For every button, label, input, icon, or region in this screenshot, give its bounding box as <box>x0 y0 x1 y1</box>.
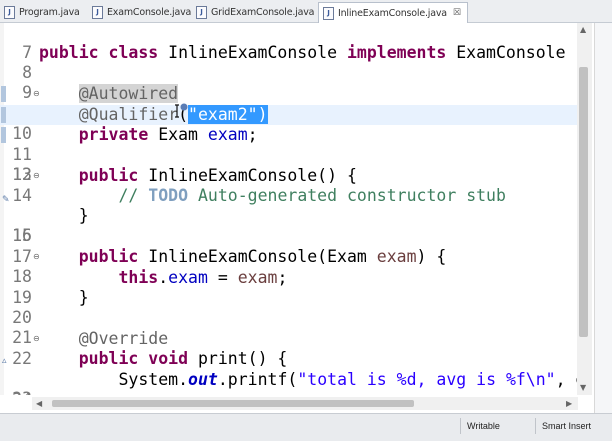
parameter-name: exam <box>237 268 278 287</box>
code-text: } <box>78 288 89 307</box>
code-line: 9 <box>0 63 592 102</box>
code-text: .printf( <box>217 370 298 389</box>
code-line: 16 } <box>0 206 592 245</box>
code-line: 24 System.out.printf("total is %d, avg i… <box>0 370 592 395</box>
keyword: implements <box>346 43 447 62</box>
code-line: 20 } <box>0 288 592 327</box>
keyword: private <box>78 125 149 144</box>
selected-string[interactable]: "exam2" <box>188 105 258 124</box>
code-text: . <box>158 268 169 287</box>
ibeam-cursor-icon <box>175 103 188 118</box>
code-text: = <box>207 268 238 287</box>
code-text: print() { <box>188 349 288 368</box>
code-text: InlineExamConsole() { <box>138 166 357 185</box>
horizontal-scrollbar[interactable]: ◀ ▶ <box>32 397 578 410</box>
code-text: Exam <box>148 125 208 144</box>
class-name: InlineExamConsole <box>158 43 347 62</box>
keyword: public void <box>78 349 189 368</box>
close-icon[interactable]: ☒ <box>453 8 461 18</box>
horizontal-scroll-thumb[interactable] <box>52 400 414 407</box>
code-line: ✎ 15 // TODO Auto-generated constructor … <box>0 186 592 245</box>
comment: // <box>118 186 149 205</box>
field-name: exam <box>207 125 248 144</box>
vertical-scrollbar[interactable]: ▲ ▼ <box>577 23 592 395</box>
scroll-right-icon[interactable]: ▶ <box>566 399 572 408</box>
status-bar: Writable Smart Insert <box>0 413 612 441</box>
overview-ruler <box>594 23 612 413</box>
code-text: System. <box>118 370 189 389</box>
annotation: @Autowired <box>78 84 179 103</box>
keyword: public <box>78 166 139 185</box>
code-line: 8 public class InlineExamConsole impleme… <box>0 43 592 82</box>
code-line: 19 this.exam = exam; <box>0 268 592 307</box>
editor-tab-bar: J Program.java J ExamConsole.java J Grid… <box>0 0 612 23</box>
code-line: 13 <box>0 145 592 184</box>
java-file-icon: J <box>4 6 15 19</box>
tab-label: InlineExamConsole.java <box>338 7 447 19</box>
code-line: 17 <box>0 227 592 266</box>
insert-mode-status: Smart Insert <box>535 418 612 434</box>
tab-examconsole-java[interactable]: J ExamConsole.java <box>92 3 191 22</box>
writable-status: Writable <box>460 418 537 434</box>
code-line: 14 ⊖ public InlineExamConsole() { <box>0 166 592 205</box>
keyword: public class <box>39 43 159 62</box>
scroll-down-icon[interactable]: ▼ <box>580 383 586 392</box>
keyword: public <box>78 247 139 266</box>
code-line-current: 11 @Qualifier("exam2") <box>0 105 592 164</box>
code-editor[interactable]: 7 8 public class InlineExamConsole imple… <box>0 23 592 395</box>
tab-label: ExamConsole.java <box>107 7 192 18</box>
occurrence-marker <box>1 107 6 123</box>
static-field: out <box>188 370 218 389</box>
comment: Auto-generated constructor stub <box>188 186 506 205</box>
tab-label: Program.java <box>19 7 80 18</box>
selected-text: ) <box>257 105 268 124</box>
code-text: InlineExamConsole(Exam <box>138 247 377 266</box>
parameter-name: exam <box>376 247 417 266</box>
annotation: @Qualifier <box>78 105 179 124</box>
tab-gridexamconsole-java[interactable]: J GridExamConsole.java <box>196 3 314 22</box>
vertical-scroll-thumb[interactable] <box>579 67 588 337</box>
occurrence-marker <box>1 127 6 143</box>
code-text: } <box>78 206 89 225</box>
scroll-up-icon[interactable]: ▲ <box>580 25 586 34</box>
code-line: 7 <box>0 23 592 62</box>
override-marker-icon[interactable]: ▵ <box>2 351 7 371</box>
keyword: this <box>118 268 159 287</box>
code-line: 12 private Exam exam; <box>0 125 592 184</box>
tab-inlineexamconsole-java[interactable]: J InlineExamConsole.java ☒ <box>318 2 468 23</box>
todo-tag: TODO <box>148 186 189 205</box>
code-text: ; <box>247 125 258 144</box>
code-line: 10 ⊖ @Autowired <box>0 84 592 143</box>
tab-label: GridExamConsole.java <box>211 7 315 18</box>
string-literal: "total is %d, avg is %f\n" <box>297 370 556 389</box>
code-line: 18 ⊖ public InlineExamConsole(Exam exam)… <box>0 247 592 286</box>
code-text: ExamConsole { <box>446 43 586 62</box>
line-number: 24 <box>8 390 32 395</box>
code-line: ▵ 23 public void print() { <box>0 349 592 395</box>
field-name: exam <box>168 268 208 287</box>
java-file-icon: J <box>323 6 334 20</box>
code-text: ) { <box>416 247 447 266</box>
code-text: ; <box>277 268 288 287</box>
occurrence-marker <box>1 86 6 102</box>
code-line: 22 ⊖ @Override <box>0 329 592 368</box>
tab-program-java[interactable]: J Program.java <box>4 3 80 22</box>
annotation: @Override <box>78 329 169 348</box>
java-file-icon: J <box>92 6 103 19</box>
scroll-left-icon[interactable]: ◀ <box>36 399 42 408</box>
java-file-icon: J <box>196 6 207 19</box>
code-line: 21 <box>0 308 592 347</box>
